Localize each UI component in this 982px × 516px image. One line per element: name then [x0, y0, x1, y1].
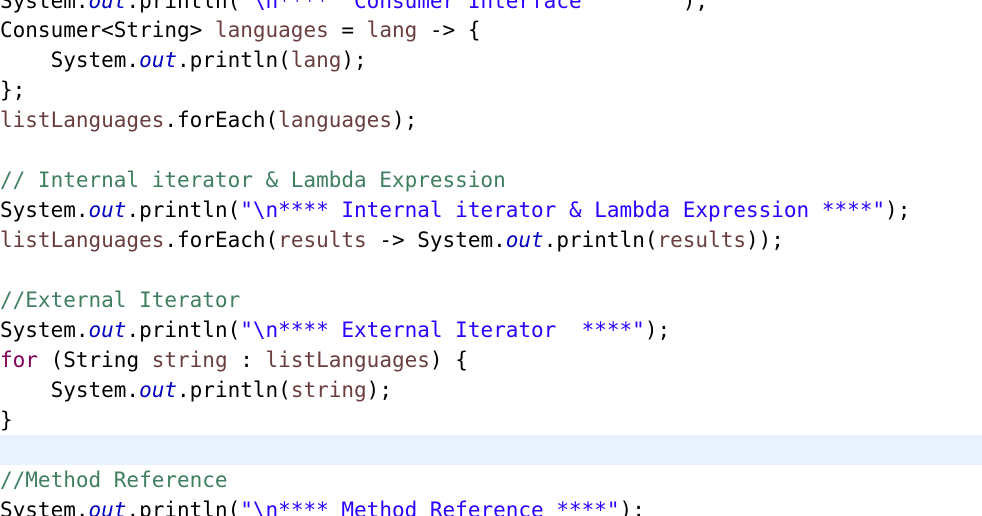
code-token: );	[366, 378, 392, 402]
code-line[interactable]: // Internal iterator & Lambda Expression	[0, 165, 982, 195]
code-token: -> {	[417, 18, 481, 42]
code-token: .println(	[177, 48, 291, 72]
code-token: .println(	[126, 318, 241, 342]
code-token: .println(	[126, 198, 241, 222]
variable: languages	[278, 108, 392, 132]
string-literal: "\n**** Consumer Interface "	[240, 0, 683, 13]
code-token: .forEach(	[164, 108, 279, 132]
code-token: out	[88, 198, 127, 222]
code-token: =	[328, 18, 367, 42]
code-line[interactable]: System.out.println("\n**** Consumer Inte…	[0, 0, 982, 16]
code-line[interactable]: System.out.println("\n**** External Iter…	[0, 315, 982, 345]
code-token: );	[682, 0, 709, 13]
variable: lang	[366, 18, 418, 42]
code-token: .println(	[177, 378, 291, 402]
code-token: ));	[746, 228, 784, 252]
code-token: .println(	[126, 0, 241, 13]
string-literal: "\n**** Method Reference ****"	[240, 498, 620, 516]
variable: languages	[214, 18, 329, 42]
code-token: System.	[0, 318, 89, 342]
code-token: .forEach(	[164, 228, 279, 252]
variable: results	[278, 228, 367, 252]
code-token: .println(	[543, 228, 658, 252]
variable: listLanguages	[0, 108, 165, 132]
code-token: out	[88, 498, 127, 516]
code-editor[interactable]: System.out.println("\n**** Consumer Inte…	[0, 0, 982, 516]
variable: lang	[290, 48, 342, 72]
code-token: );	[391, 108, 418, 132]
code-line[interactable]: System.out.println(string);	[0, 375, 982, 405]
variable: listLanguages	[265, 348, 430, 372]
code-token: -> System.	[366, 228, 506, 252]
code-token: }	[0, 408, 13, 432]
code-token: );	[885, 198, 911, 222]
code-line[interactable]: for (String string : listLanguages) {	[0, 345, 982, 375]
code-token: ) {	[429, 348, 468, 372]
code-line[interactable]: //External Iterator	[0, 285, 982, 315]
code-line[interactable]: listLanguages.forEach(languages);	[0, 105, 982, 135]
code-token: out	[139, 48, 178, 72]
code-token: Consumer<String>	[0, 18, 215, 42]
code-token: .println(	[126, 498, 241, 516]
string-literal: "\n**** External Iterator ****"	[240, 318, 645, 342]
code-line[interactable]: System.out.println(lang);	[0, 45, 982, 75]
code-line[interactable]: listLanguages.forEach(results -> System.…	[0, 225, 982, 255]
variable: string	[290, 378, 367, 402]
variable: results	[657, 228, 747, 252]
code-token: );	[644, 318, 671, 342]
code-line[interactable]: System.out.println("\n**** Method Refere…	[0, 495, 982, 516]
code-line[interactable]: }	[0, 405, 982, 435]
current-line-highlight[interactable]	[0, 435, 982, 465]
code-token: (String	[37, 348, 152, 372]
code-token: System.	[0, 198, 89, 222]
code-token: System.	[0, 0, 89, 13]
variable: listLanguages	[0, 228, 165, 252]
comment: //Method Reference	[0, 468, 228, 492]
code-token: out	[139, 378, 178, 402]
code-token: );	[619, 498, 645, 516]
code-line[interactable]: };	[0, 75, 982, 105]
code-token: System.	[0, 378, 140, 402]
code-token: out	[505, 228, 544, 252]
comment: //External Iterator	[0, 288, 241, 312]
code-line[interactable]: //Method Reference	[0, 465, 982, 495]
comment: // Internal iterator & Lambda Expression	[0, 168, 506, 192]
code-token: System.	[0, 498, 89, 516]
code-token: :	[227, 348, 266, 372]
keyword: for	[0, 348, 38, 372]
string-literal: "\n**** Internal iterator & Lambda Expre…	[240, 198, 886, 222]
code-line[interactable]: Consumer<String> languages = lang -> {	[0, 15, 982, 45]
code-token: };	[0, 78, 26, 102]
code-token: out	[88, 318, 127, 342]
code-token: System.	[0, 48, 140, 72]
variable: string	[151, 348, 228, 372]
code-token: );	[341, 48, 367, 72]
code-token: out	[88, 0, 127, 13]
code-line[interactable]: System.out.println("\n**** Internal iter…	[0, 195, 982, 225]
